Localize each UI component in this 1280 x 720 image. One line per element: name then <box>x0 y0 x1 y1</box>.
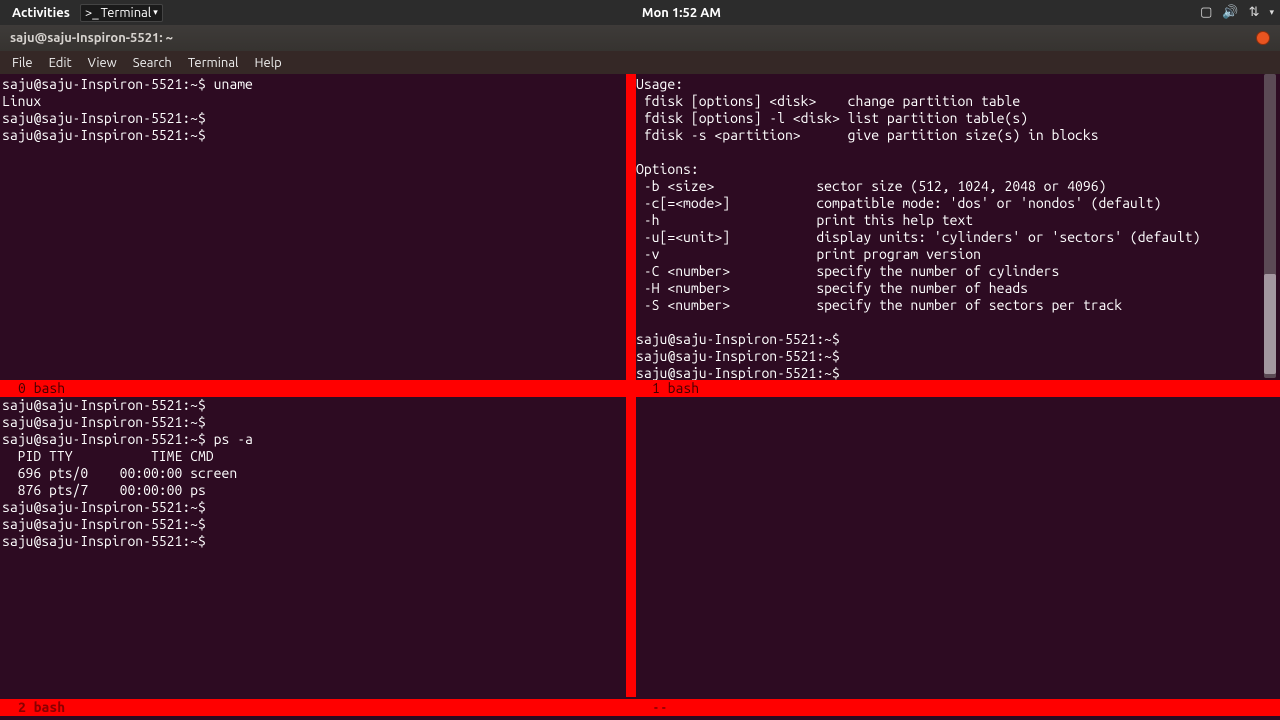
menu-help[interactable]: Help <box>246 54 289 72</box>
menu-file[interactable]: File <box>4 54 41 72</box>
pane-caption-3: -- <box>626 699 1280 716</box>
scrollbar-thumb[interactable] <box>1264 274 1276 374</box>
volume-icon[interactable]: 🔊 <box>1222 5 1238 20</box>
clock[interactable]: Mon 1:52 AM <box>163 6 1200 20</box>
pane-caption-0: 0 bash <box>0 380 626 397</box>
vertical-split-bottom[interactable] <box>626 397 636 697</box>
pane-top-left[interactable]: saju@saju-Inspiron-5521:~$ uname Linux s… <box>2 76 626 380</box>
activities-button[interactable]: Activities <box>6 4 76 22</box>
terminal-menubar: File Edit View Search Terminal Help <box>0 51 1280 74</box>
window-close-button[interactable] <box>1256 31 1270 45</box>
menu-terminal[interactable]: Terminal <box>180 54 247 72</box>
terminal-scrollbar[interactable] <box>1264 74 1276 378</box>
app-menu-label: Terminal <box>101 6 152 20</box>
vertical-split-top[interactable] <box>626 74 636 380</box>
terminal-icon: >_ <box>85 6 99 20</box>
chevron-down-icon: ▾ <box>153 7 158 18</box>
pane-caption-2: 2 bash <box>0 699 626 716</box>
gnome-topbar: Activities >_ Terminal ▾ Mon 1:52 AM ▢ 🔊… <box>0 0 1280 25</box>
menu-search[interactable]: Search <box>125 54 180 72</box>
menu-edit[interactable]: Edit <box>41 54 80 72</box>
pane-bottom-left[interactable]: saju@saju-Inspiron-5521:~$ saju@saju-Ins… <box>2 397 626 697</box>
system-menu-chevron-icon[interactable]: ▾ <box>1269 7 1274 18</box>
screen-icon[interactable]: ▢ <box>1200 5 1212 20</box>
pane-top-right[interactable]: Usage: fdisk [options] <disk> change par… <box>636 76 1260 380</box>
menu-view[interactable]: View <box>80 54 125 72</box>
terminal-area: saju@saju-Inspiron-5521:~$ uname Linux s… <box>0 74 1280 720</box>
window-titlebar[interactable]: saju@saju-Inspiron-5521: ~ <box>0 25 1280 51</box>
pane-bottom-right[interactable] <box>636 397 1260 697</box>
window-title: saju@saju-Inspiron-5521: ~ <box>10 31 1256 45</box>
pane-caption-1: 1 bash <box>626 380 1280 397</box>
app-menu-button[interactable]: >_ Terminal ▾ <box>80 4 163 22</box>
network-icon[interactable]: ⇅ <box>1249 5 1260 20</box>
